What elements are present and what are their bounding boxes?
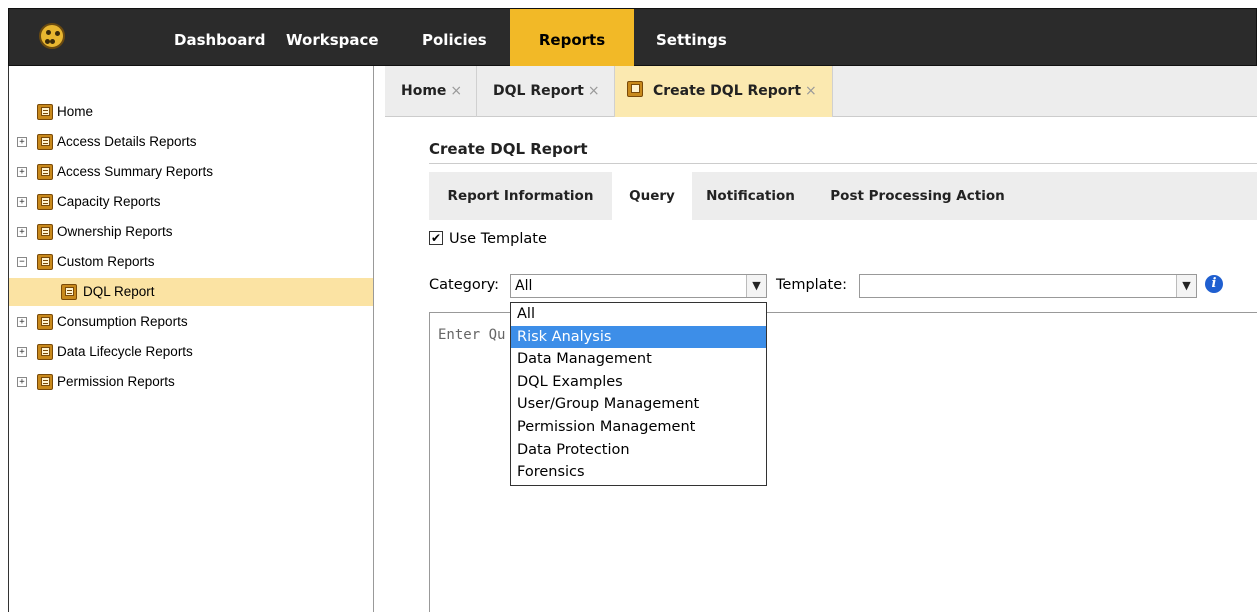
tree-item-label: Home xyxy=(57,104,94,119)
nav-settings[interactable]: Settings xyxy=(656,9,727,67)
tree-item-label: Custom Reports xyxy=(57,254,155,269)
nav-reports[interactable]: Reports xyxy=(510,9,634,67)
dropdown-option-permission-management[interactable]: Permission Management xyxy=(511,416,766,439)
expand-plus-icon[interactable]: + xyxy=(17,137,27,147)
app-logo-icon[interactable] xyxy=(39,23,65,49)
tree-item-home[interactable]: Home xyxy=(9,98,373,126)
dropdown-option-risk-analysis[interactable]: Risk Analysis xyxy=(511,325,766,349)
dropdown-option-data-management[interactable]: Data Management xyxy=(511,348,766,371)
report-folder-icon xyxy=(37,314,55,330)
expand-plus-icon[interactable]: + xyxy=(17,317,27,327)
heading-divider xyxy=(429,163,1257,164)
tab-label: DQL Report xyxy=(493,83,584,99)
nav-policies[interactable]: Policies xyxy=(422,9,487,67)
subtab-report-information[interactable]: Report Information xyxy=(429,172,612,220)
expand-plus-icon[interactable]: + xyxy=(17,377,27,387)
tab-home[interactable]: Home × xyxy=(385,66,477,117)
reports-tree-sidebar: Home + Access Details Reports + Access S… xyxy=(8,66,374,612)
report-folder-icon xyxy=(61,284,79,300)
tree-item-label: Access Details Reports xyxy=(57,134,197,149)
tree-item-access-details-reports[interactable]: + Access Details Reports xyxy=(9,128,373,156)
chevron-down-icon[interactable]: ▼ xyxy=(1176,275,1196,297)
expand-plus-icon[interactable]: + xyxy=(17,227,27,237)
report-folder-icon xyxy=(37,164,55,180)
use-template-label: Use Template xyxy=(449,231,547,247)
tab-label: Create DQL Report xyxy=(653,83,802,99)
expand-plus-icon[interactable]: + xyxy=(17,347,27,357)
report-folder-icon xyxy=(37,224,55,240)
dropdown-option-data-protection[interactable]: Data Protection xyxy=(511,439,766,462)
chevron-down-icon[interactable]: ▼ xyxy=(746,275,766,297)
report-folder-icon xyxy=(627,81,647,97)
close-icon[interactable]: × xyxy=(588,83,600,99)
tab-create-dql-report[interactable]: Create DQL Report × xyxy=(615,66,833,117)
category-select[interactable]: All ▼ xyxy=(510,274,767,298)
main-content: Home × DQL Report × Create DQL Report × Cre… xyxy=(374,66,1257,612)
page-title: Create DQL Report xyxy=(429,140,588,158)
report-folder-icon xyxy=(37,374,55,390)
tree-item-data-lifecycle-reports[interactable]: + Data Lifecycle Reports xyxy=(9,338,373,366)
tree-item-permission-reports[interactable]: + Permission Reports xyxy=(9,368,373,396)
dropdown-option-user-group-management[interactable]: User/Group Management xyxy=(511,393,766,416)
close-icon[interactable]: × xyxy=(450,83,462,99)
subtab-notification[interactable]: Notification xyxy=(692,172,809,220)
dropdown-option-dql-examples[interactable]: DQL Examples xyxy=(511,371,766,394)
subtab-query[interactable]: Query xyxy=(612,172,692,220)
tree-item-custom-reports[interactable]: − Custom Reports xyxy=(9,248,373,276)
dropdown-option-all[interactable]: All xyxy=(511,303,766,326)
nav-workspace[interactable]: Workspace xyxy=(286,9,379,67)
collapse-minus-icon[interactable]: − xyxy=(17,257,27,267)
tree-item-label: Access Summary Reports xyxy=(57,164,214,179)
report-folder-icon xyxy=(37,104,55,120)
tree-item-capacity-reports[interactable]: + Capacity Reports xyxy=(9,188,373,216)
report-folder-icon xyxy=(37,194,55,210)
subtab-post-processing-action[interactable]: Post Processing Action xyxy=(809,172,1026,220)
tree-item-ownership-reports[interactable]: + Ownership Reports xyxy=(9,218,373,246)
nav-dashboard[interactable]: Dashboard xyxy=(174,9,265,67)
tree-item-label: Consumption Reports xyxy=(57,314,188,329)
info-icon[interactable]: i xyxy=(1205,275,1223,293)
close-icon[interactable]: × xyxy=(805,83,817,99)
template-select[interactable]: ▼ xyxy=(859,274,1197,298)
form-subtabs: Report Information Query Notification Po… xyxy=(429,172,1257,220)
use-template-option: ✔ Use Template xyxy=(429,229,547,249)
use-template-checkbox[interactable]: ✔ xyxy=(429,231,443,245)
report-folder-icon xyxy=(37,344,55,360)
category-dropdown-list: All Risk Analysis Data Management DQL Ex… xyxy=(510,302,767,486)
report-folder-icon xyxy=(37,254,55,270)
document-tabstrip: Home × DQL Report × Create DQL Report × xyxy=(385,66,1257,117)
tree-item-label: Ownership Reports xyxy=(57,224,173,239)
tree-item-access-summary-reports[interactable]: + Access Summary Reports xyxy=(9,158,373,186)
expand-plus-icon[interactable]: + xyxy=(17,167,27,177)
tab-dql-report[interactable]: DQL Report × xyxy=(477,66,615,117)
tree-item-label: Permission Reports xyxy=(57,374,175,389)
top-nav-bar: Dashboard Workspace Policies Reports Set… xyxy=(8,8,1257,67)
tab-label: Home xyxy=(401,83,447,99)
tree-item-dql-report[interactable]: DQL Report xyxy=(9,278,373,306)
category-selected-value: All xyxy=(515,278,533,294)
tree-item-label: DQL Report xyxy=(83,284,155,299)
report-folder-icon xyxy=(37,134,55,150)
category-label: Category: xyxy=(429,277,500,293)
template-label: Template: xyxy=(776,277,848,293)
tree-item-label: Capacity Reports xyxy=(57,194,161,209)
tree-item-consumption-reports[interactable]: + Consumption Reports xyxy=(9,308,373,336)
expand-plus-icon[interactable]: + xyxy=(17,197,27,207)
dropdown-option-forensics[interactable]: Forensics xyxy=(511,461,766,484)
tree-item-label: Data Lifecycle Reports xyxy=(57,344,193,359)
